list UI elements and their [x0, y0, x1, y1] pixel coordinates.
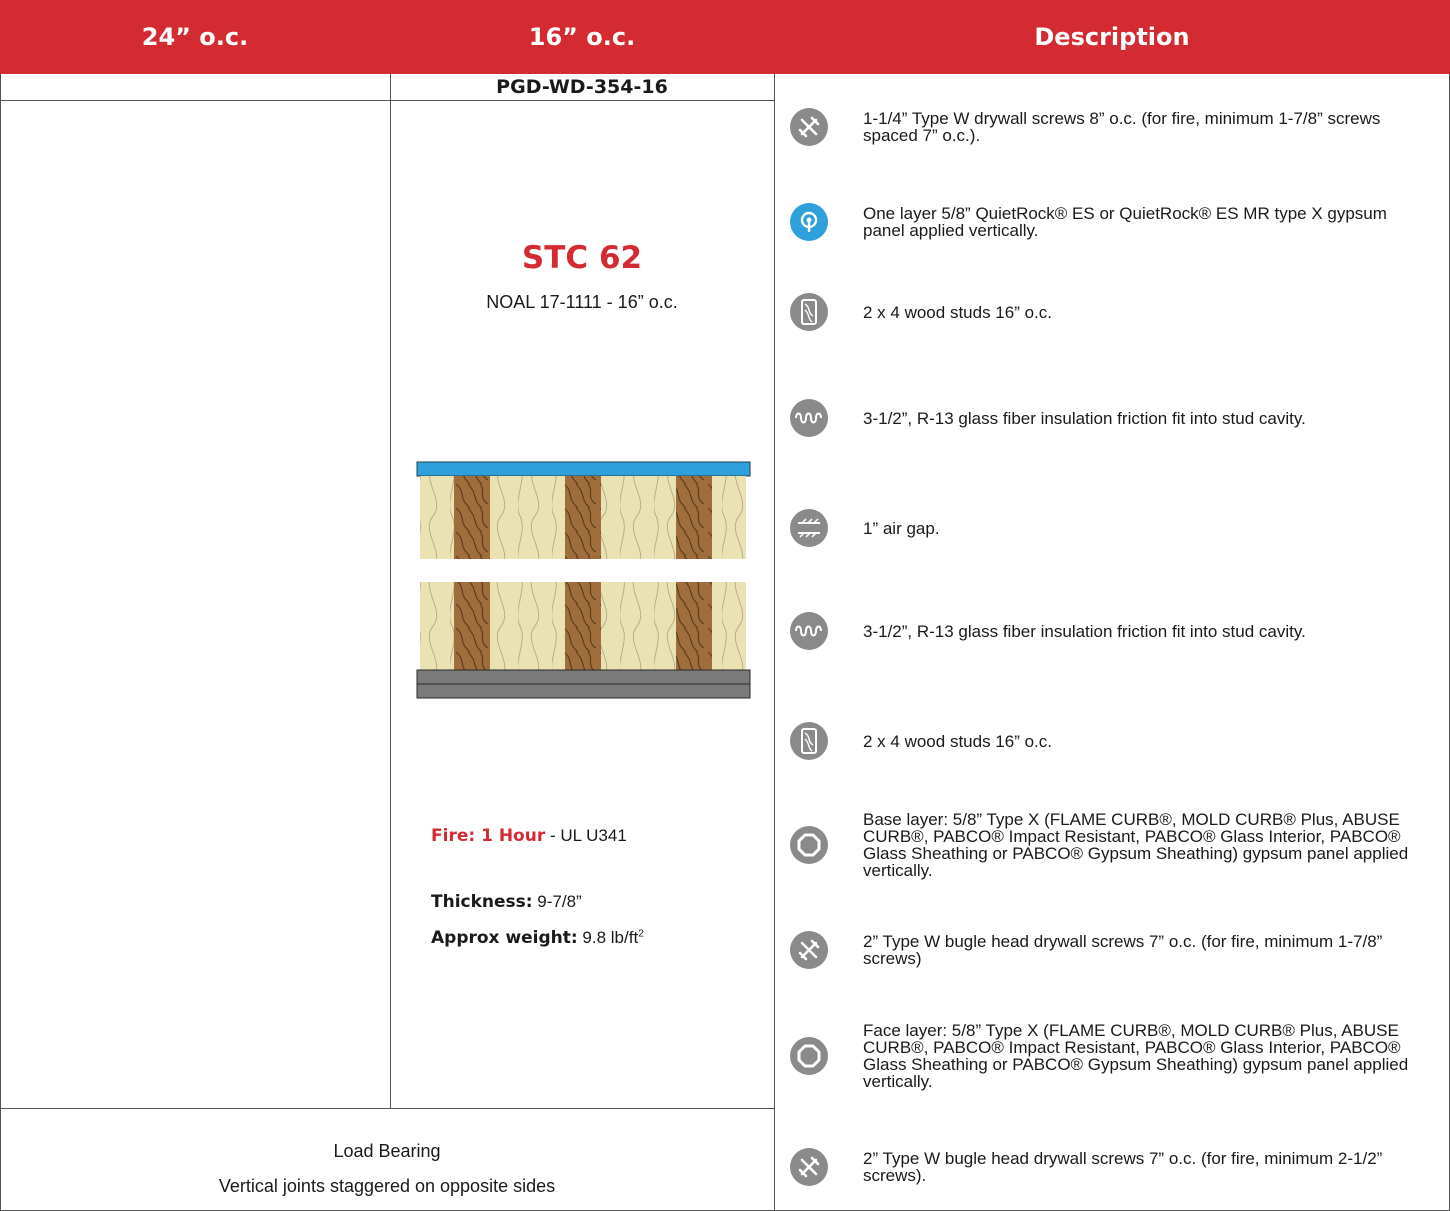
thickness: Thickness: 9-7/8” [431, 892, 582, 912]
description-row: 2” Type W bugle head drywall screws 7” o… [790, 1143, 1430, 1191]
wall-section-diagram [416, 461, 751, 699]
header-24oc: 24” o.c. [0, 0, 390, 74]
thickness-label: Thickness: [431, 892, 533, 912]
joints-note: Vertical joints staggered on opposite si… [218, 1176, 556, 1196]
description-row: 2” Type W bugle head drywall screws 7” o… [790, 926, 1430, 974]
description-text: 3-1/2”, R-13 glass fiber insulation fric… [863, 621, 1306, 641]
header-16oc: 16” o.c. [390, 0, 774, 74]
description-row: Base layer: 5/8” Type X (FLAME CURB®, MO… [790, 801, 1430, 889]
gypsum-face-layer [416, 683, 751, 699]
description-text: Base layer: 5/8” Type X (FLAME CURB®, MO… [863, 810, 1409, 880]
description-text: One layer 5/8” QuietRock® ES or QuietRoc… [863, 204, 1387, 240]
tools-icon [790, 108, 828, 146]
column-divider-2 [774, 74, 775, 1211]
row-divider-code [0, 100, 774, 101]
weight-value: 9.8 lb/ft [577, 928, 639, 947]
description-text: 2” Type W bugle head drywall screws 7” o… [863, 932, 1383, 968]
assembly-sheet: 24” o.c. 16” o.c. Description PGD-WD-354… [0, 0, 1450, 1211]
insulation-icon [790, 399, 828, 437]
description-text: 2 x 4 wood studs 16” o.c. [863, 731, 1052, 751]
description-row: 3-1/2”, R-13 glass fiber insulation fric… [790, 608, 1430, 654]
fire-rating-value: - UL U341 [545, 826, 627, 845]
assembly-code: PGD-WD-354-16 [496, 76, 668, 98]
description-row: One layer 5/8” QuietRock® ES or QuietRoc… [790, 198, 1430, 246]
description-row: 1-1/4” Type W drywall screws 8” o.c. (fo… [790, 102, 1430, 152]
stc-rating: STC 62 [521, 240, 643, 276]
weight-unit-exponent: 2 [638, 928, 644, 940]
header-description: Description [774, 0, 1450, 74]
fire-rating: Fire: 1 Hour - UL U341 [431, 826, 627, 846]
tools-icon [790, 1148, 828, 1186]
description-text: 1” air gap. [863, 518, 940, 538]
gypsum-base-layer [416, 669, 751, 685]
fire-rating-label: Fire: 1 Hour [431, 826, 546, 846]
description-row: 2 x 4 wood studs 16” o.c. [790, 289, 1430, 335]
gypsum-panel-icon [790, 1037, 828, 1075]
wood-stud-icon [790, 293, 828, 331]
table-border-left [0, 74, 1, 1211]
load-bearing-note: Load Bearing [333, 1141, 441, 1161]
thickness-value: 9-7/8” [532, 892, 582, 911]
wood-stud-icon [790, 722, 828, 760]
description-text: 3-1/2”, R-13 glass fiber insulation fric… [863, 408, 1306, 428]
air-gap-icon [790, 509, 828, 547]
noal-reference: NOAL 17-1111 - 16” o.c. [486, 292, 678, 312]
tools-icon [790, 931, 828, 969]
description-text: 2 x 4 wood studs 16” o.c. [863, 302, 1052, 322]
description-row: 1” air gap. [790, 505, 1430, 551]
description-text: Face layer: 5/8” Type X (FLAME CURB®, MO… [863, 1021, 1409, 1091]
row-divider-notes [0, 1108, 774, 1109]
weight-label: Approx weight: [431, 928, 578, 948]
quietrock-panel [416, 461, 751, 477]
column-divider-1 [390, 74, 391, 1108]
quietrock-icon [790, 203, 828, 241]
description-row: 2 x 4 wood studs 16” o.c. [790, 718, 1430, 764]
description-text: 2” Type W bugle head drywall screws 7” o… [863, 1149, 1383, 1185]
description-row: Face layer: 5/8” Type X (FLAME CURB®, MO… [790, 1012, 1430, 1100]
gypsum-panel-icon [790, 826, 828, 864]
approx-weight: Approx weight: 9.8 lb/ft2 [431, 928, 644, 948]
insulation-icon [790, 612, 828, 650]
description-text: 1-1/4” Type W drywall screws 8” o.c. (fo… [863, 109, 1381, 145]
description-row: 3-1/2”, R-13 glass fiber insulation fric… [790, 395, 1430, 441]
